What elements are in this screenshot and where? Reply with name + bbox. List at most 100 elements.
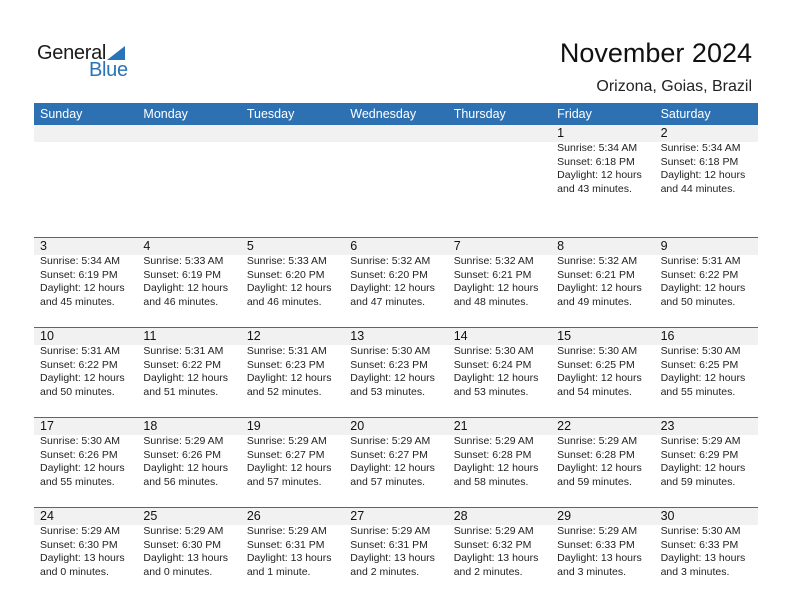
sunrise-text: Sunrise: 5:29 AM bbox=[453, 525, 534, 537]
week-cells: 24 Sunrise: 5:29 AM Sunset: 6:30 PM Dayligh… bbox=[34, 508, 758, 597]
day-number: 30 bbox=[660, 509, 675, 523]
weekday-thursday: Thursday bbox=[453, 107, 506, 121]
sunset-text: Sunset: 6:18 PM bbox=[660, 155, 739, 168]
day-cell: 9 Sunrise: 5:31 AM Sunset: 6:22 PM Daylight… bbox=[655, 238, 758, 327]
sunset-text: Sunset: 6:27 PM bbox=[246, 448, 325, 461]
sunrise-text: Sunrise: 5:29 AM bbox=[557, 435, 638, 447]
day-number: 24 bbox=[40, 509, 54, 523]
daylight-text: Daylight: 13 hours bbox=[350, 552, 435, 564]
day-cell: 22 Sunrise: 5:29 AM Sunset: 6:28 PM Dayligh… bbox=[551, 418, 654, 507]
sunrise-text: Sunrise: 5:33 AM bbox=[246, 255, 327, 267]
weeks-container: 1 Sunrise: 5:34 AM Sunset: 6:18 PM Daylight… bbox=[34, 125, 758, 597]
weekday-tuesday: Tuesday bbox=[246, 107, 295, 121]
sunset-text: Sunset: 6:31 PM bbox=[350, 538, 428, 551]
day-cell: 8 Sunrise: 5:32 AM Sunset: 6:21 PM Daylight… bbox=[551, 238, 654, 327]
empty-day-cell bbox=[448, 125, 551, 237]
day-number: 6 bbox=[350, 239, 358, 253]
daylight-minutes-text: and 54 minutes. bbox=[557, 385, 632, 398]
calendar-grid: Sunday Monday Tuesday Wednesday Thursday… bbox=[34, 103, 758, 597]
sunset-text: Sunset: 6:28 PM bbox=[453, 448, 532, 461]
daylight-minutes-text: and 55 minutes. bbox=[660, 385, 736, 398]
day-cell: 2 Sunrise: 5:34 AM Sunset: 6:18 PM Daylight… bbox=[655, 125, 758, 237]
sunset-text: Sunset: 6:22 PM bbox=[40, 358, 118, 371]
day-number: 27 bbox=[350, 509, 365, 523]
empty-day-cell bbox=[34, 125, 137, 237]
sunset-text: Sunset: 6:19 PM bbox=[40, 268, 118, 281]
daylight-text: Daylight: 12 hours bbox=[246, 462, 332, 474]
sunset-text: Sunset: 6:19 PM bbox=[143, 268, 222, 281]
daylight-text: Daylight: 13 hours bbox=[557, 552, 642, 564]
daylight-minutes-text: and 49 minutes. bbox=[557, 295, 632, 308]
daylight-text: Daylight: 12 hours bbox=[557, 169, 642, 181]
day-number: 5 bbox=[246, 239, 254, 253]
day-cell: 25 Sunrise: 5:29 AM Sunset: 6:30 PM Dayligh… bbox=[137, 508, 240, 597]
triangle-flag-icon bbox=[107, 46, 125, 60]
daylight-text: Daylight: 13 hours bbox=[40, 552, 125, 564]
daylight-text: Daylight: 12 hours bbox=[660, 169, 746, 181]
daylight-minutes-text: and 57 minutes. bbox=[246, 475, 322, 488]
sunrise-text: Sunrise: 5:29 AM bbox=[350, 525, 431, 537]
day-cell: 16 Sunrise: 5:30 AM Sunset: 6:25 PM Dayligh… bbox=[655, 328, 758, 417]
day-cell: 23 Sunrise: 5:29 AM Sunset: 6:29 PM Dayligh… bbox=[655, 418, 758, 507]
sunset-text: Sunset: 6:30 PM bbox=[143, 538, 222, 551]
day-cell: 18 Sunrise: 5:29 AM Sunset: 6:26 PM Dayligh… bbox=[137, 418, 240, 507]
location-subtitle: Orizona, Goias, Brazil bbox=[596, 78, 752, 95]
day-cell: 24 Sunrise: 5:29 AM Sunset: 6:30 PM Dayligh… bbox=[34, 508, 137, 597]
day-cell: 28 Sunrise: 5:29 AM Sunset: 6:32 PM Dayligh… bbox=[448, 508, 551, 597]
day-cell: 1 Sunrise: 5:34 AM Sunset: 6:18 PM Daylight… bbox=[551, 125, 654, 237]
day-cell: 29 Sunrise: 5:29 AM Sunset: 6:33 PM Dayligh… bbox=[551, 508, 654, 597]
day-cell: 13 Sunrise: 5:30 AM Sunset: 6:23 PM Dayligh… bbox=[344, 328, 447, 417]
daylight-text: Daylight: 12 hours bbox=[143, 372, 229, 384]
day-cell: 21 Sunrise: 5:29 AM Sunset: 6:28 PM Dayligh… bbox=[448, 418, 551, 507]
daylight-minutes-text: and 55 minutes. bbox=[40, 475, 115, 488]
day-cell: 11 Sunrise: 5:31 AM Sunset: 6:22 PM Dayligh… bbox=[137, 328, 240, 417]
sunrise-text: Sunrise: 5:31 AM bbox=[660, 255, 741, 267]
sunset-text: Sunset: 6:26 PM bbox=[143, 448, 222, 461]
week-cells: 1 Sunrise: 5:34 AM Sunset: 6:18 PM Daylight… bbox=[34, 125, 758, 237]
day-number: 2 bbox=[660, 126, 668, 140]
logo: General Blue bbox=[37, 42, 137, 82]
day-number: 18 bbox=[143, 419, 158, 433]
logo-word-blue: Blue bbox=[89, 59, 128, 81]
sunrise-text: Sunrise: 5:32 AM bbox=[350, 255, 431, 267]
weekday-header-row: Sunday Monday Tuesday Wednesday Thursday… bbox=[34, 103, 758, 125]
day-number: 11 bbox=[143, 329, 157, 343]
sunset-text: Sunset: 6:27 PM bbox=[350, 448, 428, 461]
sunrise-text: Sunrise: 5:29 AM bbox=[40, 525, 120, 537]
empty-day-cell bbox=[344, 125, 447, 237]
sunset-text: Sunset: 6:25 PM bbox=[660, 358, 739, 371]
sunrise-text: Sunrise: 5:34 AM bbox=[557, 142, 638, 154]
daylight-minutes-text: and 1 minute. bbox=[246, 565, 311, 578]
sunrise-text: Sunrise: 5:30 AM bbox=[350, 345, 431, 357]
day-number: 13 bbox=[350, 329, 365, 343]
day-number: 14 bbox=[453, 329, 468, 343]
sunset-text: Sunset: 6:20 PM bbox=[246, 268, 325, 281]
daylight-minutes-text: and 50 minutes. bbox=[660, 295, 736, 308]
sunset-text: Sunset: 6:23 PM bbox=[246, 358, 325, 371]
sunset-text: Sunset: 6:26 PM bbox=[40, 448, 118, 461]
day-cell: 20 Sunrise: 5:29 AM Sunset: 6:27 PM Dayligh… bbox=[344, 418, 447, 507]
daylight-text: Daylight: 12 hours bbox=[453, 372, 539, 384]
day-number: 17 bbox=[40, 419, 54, 433]
day-cell: 19 Sunrise: 5:29 AM Sunset: 6:27 PM Dayligh… bbox=[241, 418, 344, 507]
sunrise-text: Sunrise: 5:34 AM bbox=[40, 255, 120, 267]
daylight-text: Daylight: 12 hours bbox=[660, 372, 746, 384]
daylight-text: Daylight: 12 hours bbox=[557, 282, 642, 294]
daylight-text: Daylight: 13 hours bbox=[246, 552, 332, 564]
sunrise-text: Sunrise: 5:29 AM bbox=[143, 525, 224, 537]
week-row: 1 Sunrise: 5:34 AM Sunset: 6:18 PM Daylight… bbox=[34, 125, 758, 237]
day-number: 8 bbox=[557, 239, 565, 253]
daylight-minutes-text: and 50 minutes. bbox=[40, 385, 115, 398]
sunset-text: Sunset: 6:28 PM bbox=[557, 448, 635, 461]
daylight-minutes-text: and 46 minutes. bbox=[143, 295, 219, 308]
daylight-text: Daylight: 12 hours bbox=[40, 372, 125, 384]
daylight-text: Daylight: 13 hours bbox=[143, 552, 229, 564]
daylight-text: Daylight: 12 hours bbox=[350, 372, 435, 384]
daylight-minutes-text: and 48 minutes. bbox=[453, 295, 529, 308]
day-cell: 6 Sunrise: 5:32 AM Sunset: 6:20 PM Daylight… bbox=[344, 238, 447, 327]
daylight-minutes-text: and 59 minutes. bbox=[557, 475, 632, 488]
sunrise-text: Sunrise: 5:32 AM bbox=[453, 255, 534, 267]
sunset-text: Sunset: 6:21 PM bbox=[557, 268, 635, 281]
daylight-minutes-text: and 56 minutes. bbox=[143, 475, 219, 488]
sunrise-text: Sunrise: 5:29 AM bbox=[246, 525, 327, 537]
